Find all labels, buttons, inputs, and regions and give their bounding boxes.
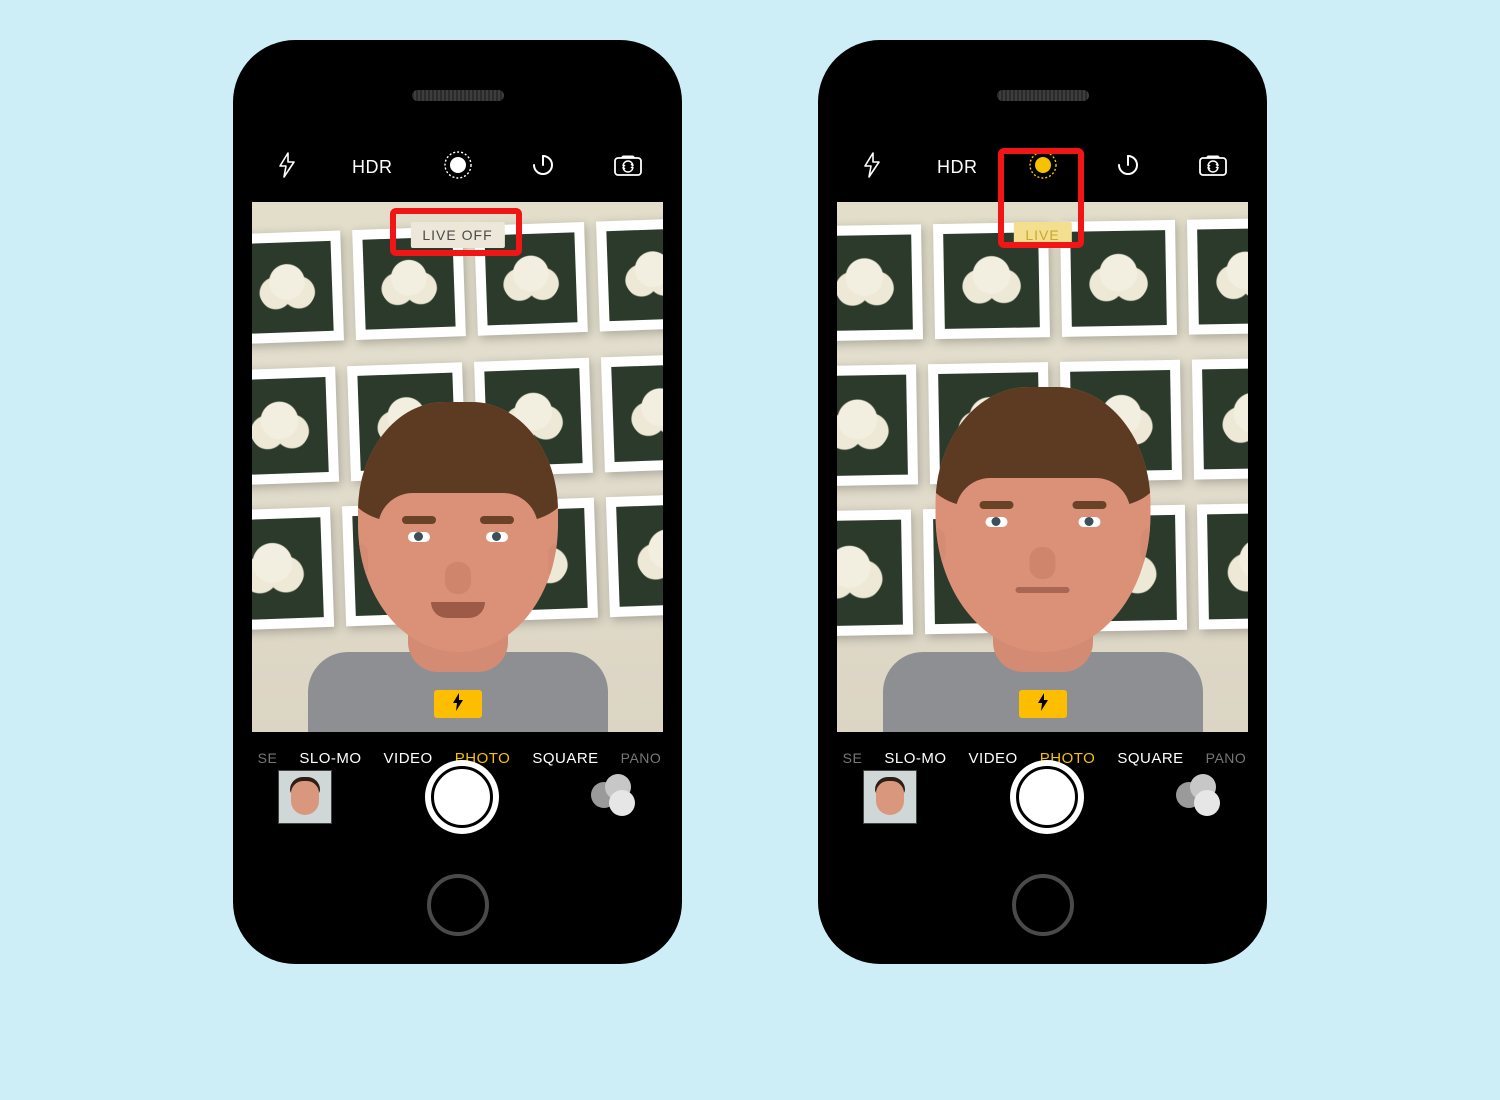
viewfinder-scene [837,202,1248,732]
camera-switch-icon [1198,153,1228,182]
last-photo-thumbnail[interactable] [278,770,332,824]
camera-switch-icon [613,153,643,182]
phone-speaker [412,90,504,101]
filters-button[interactable] [591,774,637,820]
timer-button[interactable] [1103,147,1153,187]
flash-indicator-badge [434,690,482,718]
flash-button[interactable] [262,147,312,187]
camera-bottom-controls [837,742,1248,852]
phone-screen: HDR [252,132,663,852]
last-photo-thumbnail[interactable] [863,770,917,824]
flash-icon [863,152,881,183]
timer-icon [530,152,556,183]
flash-icon [452,693,464,716]
camera-viewfinder[interactable]: LIVE OFF [252,202,663,732]
camera-viewfinder[interactable]: LIVE [837,202,1248,732]
shutter-button[interactable] [1010,760,1084,834]
subject-person [308,342,608,732]
live-photo-button[interactable] [433,147,483,187]
home-button[interactable] [427,874,489,936]
hdr-label: HDR [352,157,393,178]
hdr-button[interactable]: HDR [932,147,982,187]
flash-icon [278,152,296,183]
flash-button[interactable] [847,147,897,187]
viewfinder-scene [252,202,663,732]
tutorial-highlight [998,148,1084,248]
hdr-button[interactable]: HDR [347,147,397,187]
subject-person [883,322,1203,732]
timer-icon [1115,152,1141,183]
camera-top-toolbar: HDR [252,132,663,202]
phone-speaker [997,90,1089,101]
tutorial-highlight [390,208,522,256]
filters-button[interactable] [1176,774,1222,820]
flash-icon [1037,693,1049,716]
live-photo-icon [443,150,473,185]
home-button[interactable] [1012,874,1074,936]
shutter-button[interactable] [425,760,499,834]
hdr-label: HDR [937,157,978,178]
timer-button[interactable] [518,147,568,187]
iphone-device-left: HDR [235,42,680,962]
camera-switch-button[interactable] [603,147,653,187]
camera-switch-button[interactable] [1188,147,1238,187]
flash-indicator-badge [1019,690,1067,718]
phone-screen: HDR [837,132,1248,852]
iphone-device-right: HDR [820,42,1265,962]
camera-bottom-controls [252,742,663,852]
